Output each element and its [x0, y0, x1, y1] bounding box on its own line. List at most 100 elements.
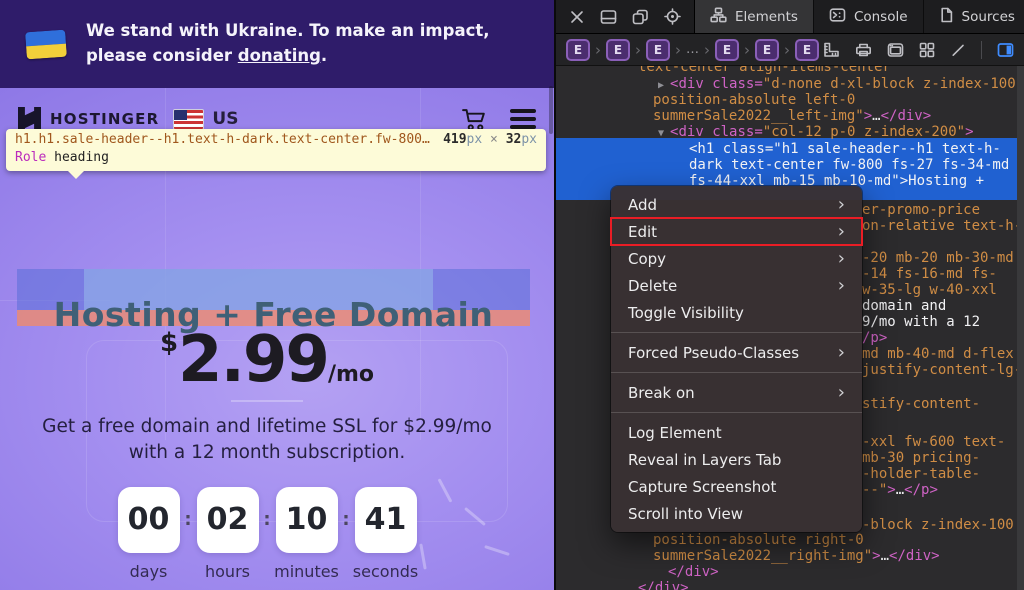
hostinger-logo[interactable]: HOSTINGER — [18, 107, 159, 132]
hero-heading: Hosting + Free Domain — [17, 295, 530, 334]
menu-item-label: Copy — [628, 250, 666, 268]
menu-item-add[interactable]: Add› — [611, 191, 862, 218]
ukraine-banner: We stand with Ukraine. To make an impact… — [0, 0, 554, 88]
code-segment: "col-12 p-0 z-index-200" — [763, 124, 965, 140]
dom-tree-line[interactable]: stify-content- — [862, 396, 980, 412]
menu-item-delete[interactable]: Delete› — [611, 272, 862, 299]
countdown-colon: : — [338, 487, 355, 553]
dom-tree-line[interactable]: position-absolute left-0 — [653, 92, 855, 108]
dom-tree-line[interactable]: md mb-40-md d-flex — [862, 346, 1014, 362]
dom-tree-line[interactable]: summerSale2022__left-img">…</div> — [653, 108, 931, 124]
dom-tree-line[interactable]: w-35-lg w-40-xxl — [862, 282, 997, 298]
menu-item-break-on[interactable]: Break on› — [611, 379, 862, 406]
dom-tree-line[interactable]: </div> — [638, 580, 689, 590]
dom-tree-line[interactable]: justify-content-lg- — [862, 362, 1022, 378]
menu-item-label: Toggle Visibility — [628, 304, 744, 322]
pencil-icon[interactable] — [950, 42, 966, 58]
dom-tree-line[interactable]: text-center align-items-center — [638, 66, 891, 75]
ruler-icon[interactable] — [823, 42, 840, 58]
close-icon[interactable] — [569, 9, 585, 25]
menu-item-edit[interactable]: Edit› — [611, 218, 862, 245]
menu-item-log-element[interactable]: Log Element — [611, 419, 862, 446]
menu-item-scroll-into-view[interactable]: Scroll into View — [611, 500, 862, 527]
tab-elements[interactable]: Elements — [695, 0, 814, 33]
grid-icon[interactable] — [919, 42, 935, 58]
dock-bottom-icon[interactable] — [600, 9, 617, 25]
menu-item-copy[interactable]: Copy› — [611, 245, 862, 272]
new-window-icon[interactable] — [632, 9, 649, 25]
tab-sources[interactable]: Sources — [924, 0, 1024, 33]
dom-tree-line[interactable]: on-relative text-h- — [862, 218, 1022, 234]
dom-tree-line[interactable]: 9/mo with a 12 — [862, 314, 980, 330]
submenu-arrow-icon: › — [838, 379, 845, 406]
dom-tree-line[interactable]: dark text-center fw-800 fs-27 fs-34-md — [689, 157, 1009, 173]
submenu-arrow-icon: › — [838, 218, 845, 245]
submenu-arrow-icon: › — [838, 339, 845, 366]
code-segment: 9/mo with a 12 — [862, 314, 980, 330]
menu-item-toggle-visibility[interactable]: Toggle Visibility — [611, 299, 862, 326]
countdown-value: 02 — [197, 487, 259, 553]
code-segment: er-promo-price — [862, 202, 980, 218]
breadcrumb-element-badge[interactable]: E — [606, 39, 630, 61]
sidebar-toggle-icon[interactable] — [997, 42, 1014, 58]
menu-item-capture-screenshot[interactable]: Capture Screenshot — [611, 473, 862, 500]
breadcrumb-element-badge[interactable]: E — [566, 39, 590, 61]
dom-tree-line[interactable]: -xxl fw-600 text- — [862, 434, 1005, 450]
breadcrumb-element-badge[interactable]: E — [715, 39, 739, 61]
breadcrumb-element-badge[interactable]: E — [646, 39, 670, 61]
dom-tree-line[interactable]: <h1 class="h1 sale-header--h1 text-h- — [689, 141, 1001, 157]
disclosure-arrow-icon[interactable]: ▼ — [658, 128, 670, 139]
dom-tree-line[interactable]: -14 fs-16-md fs- — [862, 266, 997, 282]
breadcrumb-element-badge[interactable]: E — [755, 39, 779, 61]
dom-tree-line[interactable]: -holder-table- — [862, 466, 980, 482]
devtools-breadcrumb-bar: E›E›E›…›E›E›E — [556, 34, 1024, 66]
country-label[interactable]: US — [212, 109, 238, 129]
print-icon[interactable] — [855, 42, 872, 58]
inspector-tooltip: h1.h1.sale-header--h1.text-h-dark.text-c… — [6, 129, 546, 171]
code-segment: > — [872, 548, 880, 564]
menu-item-label: Delete — [628, 277, 677, 295]
brand-name: HOSTINGER — [50, 110, 159, 128]
tab-label: Sources — [962, 9, 1015, 25]
devtools-panel: ElementsConsoleSources E›E›E›…›E›E›E tex… — [554, 0, 1024, 590]
dom-tree-line[interactable]: --">…</p> — [862, 482, 938, 498]
disclosure-arrow-icon[interactable]: ▶ — [658, 80, 670, 91]
breadcrumb-separator: › — [595, 41, 601, 59]
countdown-colon: : — [259, 487, 276, 553]
screenshot-root: We stand with Ukraine. To make an impact… — [0, 0, 1024, 590]
code-segment: </div> — [889, 548, 940, 564]
dom-tree-line[interactable]: </div> — [668, 564, 719, 580]
dom-tree-line[interactable]: -20 mb-20 mb-30-md — [862, 250, 1014, 266]
menu-item-label: Capture Screenshot — [628, 478, 776, 496]
countdown-label: days — [130, 562, 168, 581]
toolbar-separator — [981, 41, 982, 59]
tab-label: Console — [854, 9, 908, 25]
price: $2.99/mo — [160, 328, 374, 392]
hamburger-menu-icon[interactable] — [510, 109, 536, 128]
donate-link[interactable]: donating — [238, 46, 321, 65]
dom-tree-line[interactable]: /p> — [862, 330, 887, 346]
code-segment: summerSale2022__right-img" — [653, 548, 872, 564]
dom-tree-line[interactable]: ▼ <div class="col-12 p-0 z-index-200"> — [658, 124, 974, 142]
code-segment: </div> — [638, 580, 689, 590]
dom-tree-line[interactable]: position-absolute right-0 — [653, 532, 864, 548]
devtools-scrollbar[interactable] — [1017, 66, 1024, 590]
tab-console[interactable]: Console — [814, 0, 924, 33]
dom-tree-line[interactable]: domain and — [862, 298, 946, 314]
menu-item-reveal-in-layers-tab[interactable]: Reveal in Layers Tab — [611, 446, 862, 473]
menu-item-forced-pseudo-classes[interactable]: Forced Pseudo-Classes› — [611, 339, 862, 366]
breadcrumb-element-badge[interactable]: E — [795, 39, 819, 61]
element-picker-icon[interactable] — [664, 8, 681, 25]
dom-tree-line[interactable]: mb-30 pricing- — [862, 450, 980, 466]
dom-tree-line[interactable]: -block z-index-100 — [862, 517, 1014, 533]
device-frame-icon[interactable] — [887, 42, 904, 58]
dom-tree-line[interactable]: er-promo-price — [862, 202, 980, 218]
dom-tree-line[interactable]: summerSale2022__right-img">…</div> — [653, 548, 940, 564]
page-scrollbar-thumb[interactable] — [549, 86, 553, 134]
cart-icon[interactable] — [461, 107, 489, 132]
code-segment: dark text-center fw-800 fs-27 fs-34-md — [689, 157, 1009, 173]
code-segment: md mb-40-md d-flex — [862, 346, 1014, 362]
code-segment: … — [896, 482, 904, 498]
menu-separator — [611, 412, 862, 413]
tooltip-arrow — [68, 171, 84, 179]
